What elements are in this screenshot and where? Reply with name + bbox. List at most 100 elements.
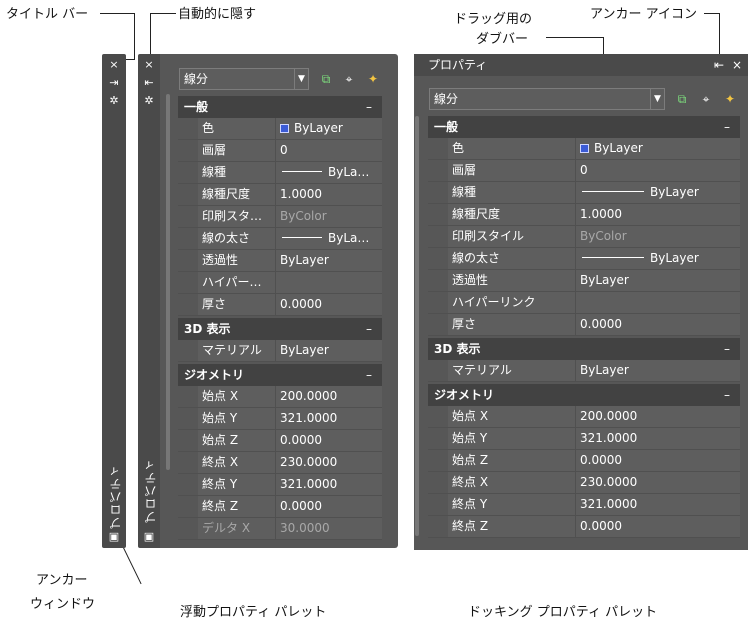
select-objects-icon[interactable]: ⌖ bbox=[697, 90, 715, 108]
property-row[interactable]: 始点 Y 321.0000 bbox=[428, 428, 740, 450]
object-type-select[interactable]: 線分 ▼ bbox=[179, 68, 309, 90]
property-row[interactable]: 印刷スタイル ByColor bbox=[428, 226, 740, 248]
settings-icon[interactable]: ✲ bbox=[107, 94, 121, 108]
property-row[interactable]: 線種尺度 1.0000 bbox=[178, 184, 382, 206]
property-value[interactable]: ByLayer bbox=[576, 182, 740, 203]
property-value[interactable]: 30.0000 bbox=[276, 518, 382, 539]
close-icon[interactable]: × bbox=[732, 54, 742, 76]
property-value[interactable]: ByLa… bbox=[276, 162, 382, 183]
property-value[interactable]: ByLayer bbox=[576, 248, 740, 269]
property-row[interactable]: 透過性 ByLayer bbox=[428, 270, 740, 292]
property-row[interactable]: ハイパーリンク bbox=[428, 292, 740, 314]
property-row[interactable]: 画層 0 bbox=[428, 160, 740, 182]
toggle-pickadd-icon[interactable]: ✦ bbox=[721, 90, 739, 108]
section-header[interactable]: 一般 – bbox=[428, 116, 740, 138]
collapse-icon[interactable]: – bbox=[724, 116, 730, 138]
property-row[interactable]: 線の太さ ByLa… bbox=[178, 228, 382, 250]
property-value[interactable]: 0 bbox=[576, 160, 740, 181]
property-row[interactable]: 線の太さ ByLayer bbox=[428, 248, 740, 270]
docking-scrollbar[interactable] bbox=[415, 116, 419, 536]
property-row[interactable]: マテリアル ByLayer bbox=[428, 360, 740, 382]
anchor-window-title[interactable]: プロパティ bbox=[107, 464, 124, 529]
property-value[interactable]: 200.0000 bbox=[276, 386, 382, 407]
select-objects-icon[interactable]: ⌖ bbox=[340, 70, 358, 88]
property-value[interactable]: 321.0000 bbox=[276, 408, 382, 429]
property-row[interactable]: 色 ByLayer bbox=[428, 138, 740, 160]
section-header[interactable]: 3D 表示 – bbox=[428, 338, 740, 360]
property-value[interactable]: 0 bbox=[276, 140, 382, 161]
property-value[interactable]: 321.0000 bbox=[576, 428, 740, 449]
chevron-down-icon[interactable]: ▼ bbox=[650, 89, 664, 109]
settings-icon[interactable]: ✲ bbox=[142, 94, 156, 108]
property-value[interactable]: 0.0000 bbox=[276, 430, 382, 451]
property-value[interactable]: ByLayer bbox=[576, 138, 740, 159]
property-row[interactable]: マテリアル ByLayer bbox=[178, 340, 382, 362]
property-row[interactable]: 線種 ByLayer bbox=[428, 182, 740, 204]
property-row[interactable]: 終点 X 230.0000 bbox=[178, 452, 382, 474]
property-value[interactable]: 0.0000 bbox=[576, 516, 740, 537]
property-row[interactable]: 始点 X 200.0000 bbox=[178, 386, 382, 408]
section-header[interactable]: 3D 表示 – bbox=[178, 318, 382, 340]
property-value[interactable]: ByLayer bbox=[276, 250, 382, 271]
property-value[interactable]: 0.0000 bbox=[576, 314, 740, 335]
property-row[interactable]: 始点 X 200.0000 bbox=[428, 406, 740, 428]
property-value[interactable]: 321.0000 bbox=[576, 494, 740, 515]
section-header[interactable]: ジオメトリ – bbox=[178, 364, 382, 386]
property-value[interactable]: 1.0000 bbox=[276, 184, 382, 205]
property-row[interactable]: 透過性 ByLayer bbox=[178, 250, 382, 272]
property-value[interactable]: ByLayer bbox=[576, 360, 740, 381]
quick-select-icon[interactable]: ⧉ bbox=[673, 90, 691, 108]
floating-scrollbar[interactable] bbox=[166, 94, 170, 470]
quick-select-icon[interactable]: ⧉ bbox=[317, 70, 335, 88]
property-value[interactable]: 0.0000 bbox=[576, 450, 740, 471]
property-value[interactable]: ByLayer bbox=[276, 340, 382, 361]
property-row[interactable]: 線種尺度 1.0000 bbox=[428, 204, 740, 226]
property-row[interactable]: 印刷スタ… ByColor bbox=[178, 206, 382, 228]
anchor-icon[interactable]: ⇤ bbox=[714, 54, 724, 76]
section-header[interactable]: 一般 – bbox=[178, 96, 382, 118]
property-row[interactable]: 始点 Z 0.0000 bbox=[428, 450, 740, 472]
property-value[interactable]: ByLayer bbox=[276, 118, 382, 139]
anchor-window[interactable]: × ⇥ ✲ プロパティ ▣ bbox=[102, 54, 126, 548]
docking-drag-bar[interactable]: プロパティ ⇤ × bbox=[414, 54, 748, 76]
close-icon[interactable]: × bbox=[142, 58, 156, 72]
property-row[interactable]: デルタ X 30.0000 bbox=[178, 518, 382, 540]
property-value[interactable]: 0.0000 bbox=[276, 496, 382, 517]
anchor-icon[interactable]: ⇥ bbox=[107, 76, 121, 90]
collapse-icon[interactable]: – bbox=[724, 338, 730, 360]
collapse-icon[interactable]: – bbox=[366, 318, 372, 340]
property-row[interactable]: 終点 X 230.0000 bbox=[428, 472, 740, 494]
floating-title-bar[interactable]: × ⇤ ✲ プロパティ ▣ bbox=[138, 54, 160, 548]
property-value[interactable] bbox=[576, 292, 740, 313]
property-row[interactable]: 厚さ 0.0000 bbox=[428, 314, 740, 336]
property-value[interactable]: 230.0000 bbox=[576, 472, 740, 493]
property-value[interactable]: 200.0000 bbox=[576, 406, 740, 427]
section-header[interactable]: ジオメトリ – bbox=[428, 384, 740, 406]
property-row[interactable]: ハイパー… bbox=[178, 272, 382, 294]
property-row[interactable]: 終点 Y 321.0000 bbox=[428, 494, 740, 516]
property-row[interactable]: 始点 Z 0.0000 bbox=[178, 430, 382, 452]
collapse-icon[interactable]: – bbox=[724, 384, 730, 406]
object-type-select[interactable]: 線分 ▼ bbox=[429, 88, 665, 110]
property-row[interactable]: 終点 Z 0.0000 bbox=[178, 496, 382, 518]
property-value[interactable]: ByColor bbox=[276, 206, 382, 227]
property-row[interactable]: 色 ByLayer bbox=[178, 118, 382, 140]
property-value[interactable]: ByLa… bbox=[276, 228, 382, 249]
property-row[interactable]: 厚さ 0.0000 bbox=[178, 294, 382, 316]
property-value[interactable]: 321.0000 bbox=[276, 474, 382, 495]
toggle-pickadd-icon[interactable]: ✦ bbox=[364, 70, 382, 88]
property-value[interactable]: 230.0000 bbox=[276, 452, 382, 473]
property-row[interactable]: 終点 Z 0.0000 bbox=[428, 516, 740, 538]
property-row[interactable]: 線種 ByLa… bbox=[178, 162, 382, 184]
property-value[interactable]: 1.0000 bbox=[576, 204, 740, 225]
property-value[interactable]: ByColor bbox=[576, 226, 740, 247]
property-row[interactable]: 終点 Y 321.0000 bbox=[178, 474, 382, 496]
property-row[interactable]: 始点 Y 321.0000 bbox=[178, 408, 382, 430]
property-value[interactable] bbox=[276, 272, 382, 293]
collapse-icon[interactable]: – bbox=[366, 364, 372, 386]
auto-hide-icon[interactable]: ⇤ bbox=[142, 76, 156, 90]
property-row[interactable]: 画層 0 bbox=[178, 140, 382, 162]
collapse-icon[interactable]: – bbox=[366, 96, 372, 118]
property-value[interactable]: 0.0000 bbox=[276, 294, 382, 315]
chevron-down-icon[interactable]: ▼ bbox=[294, 69, 308, 89]
